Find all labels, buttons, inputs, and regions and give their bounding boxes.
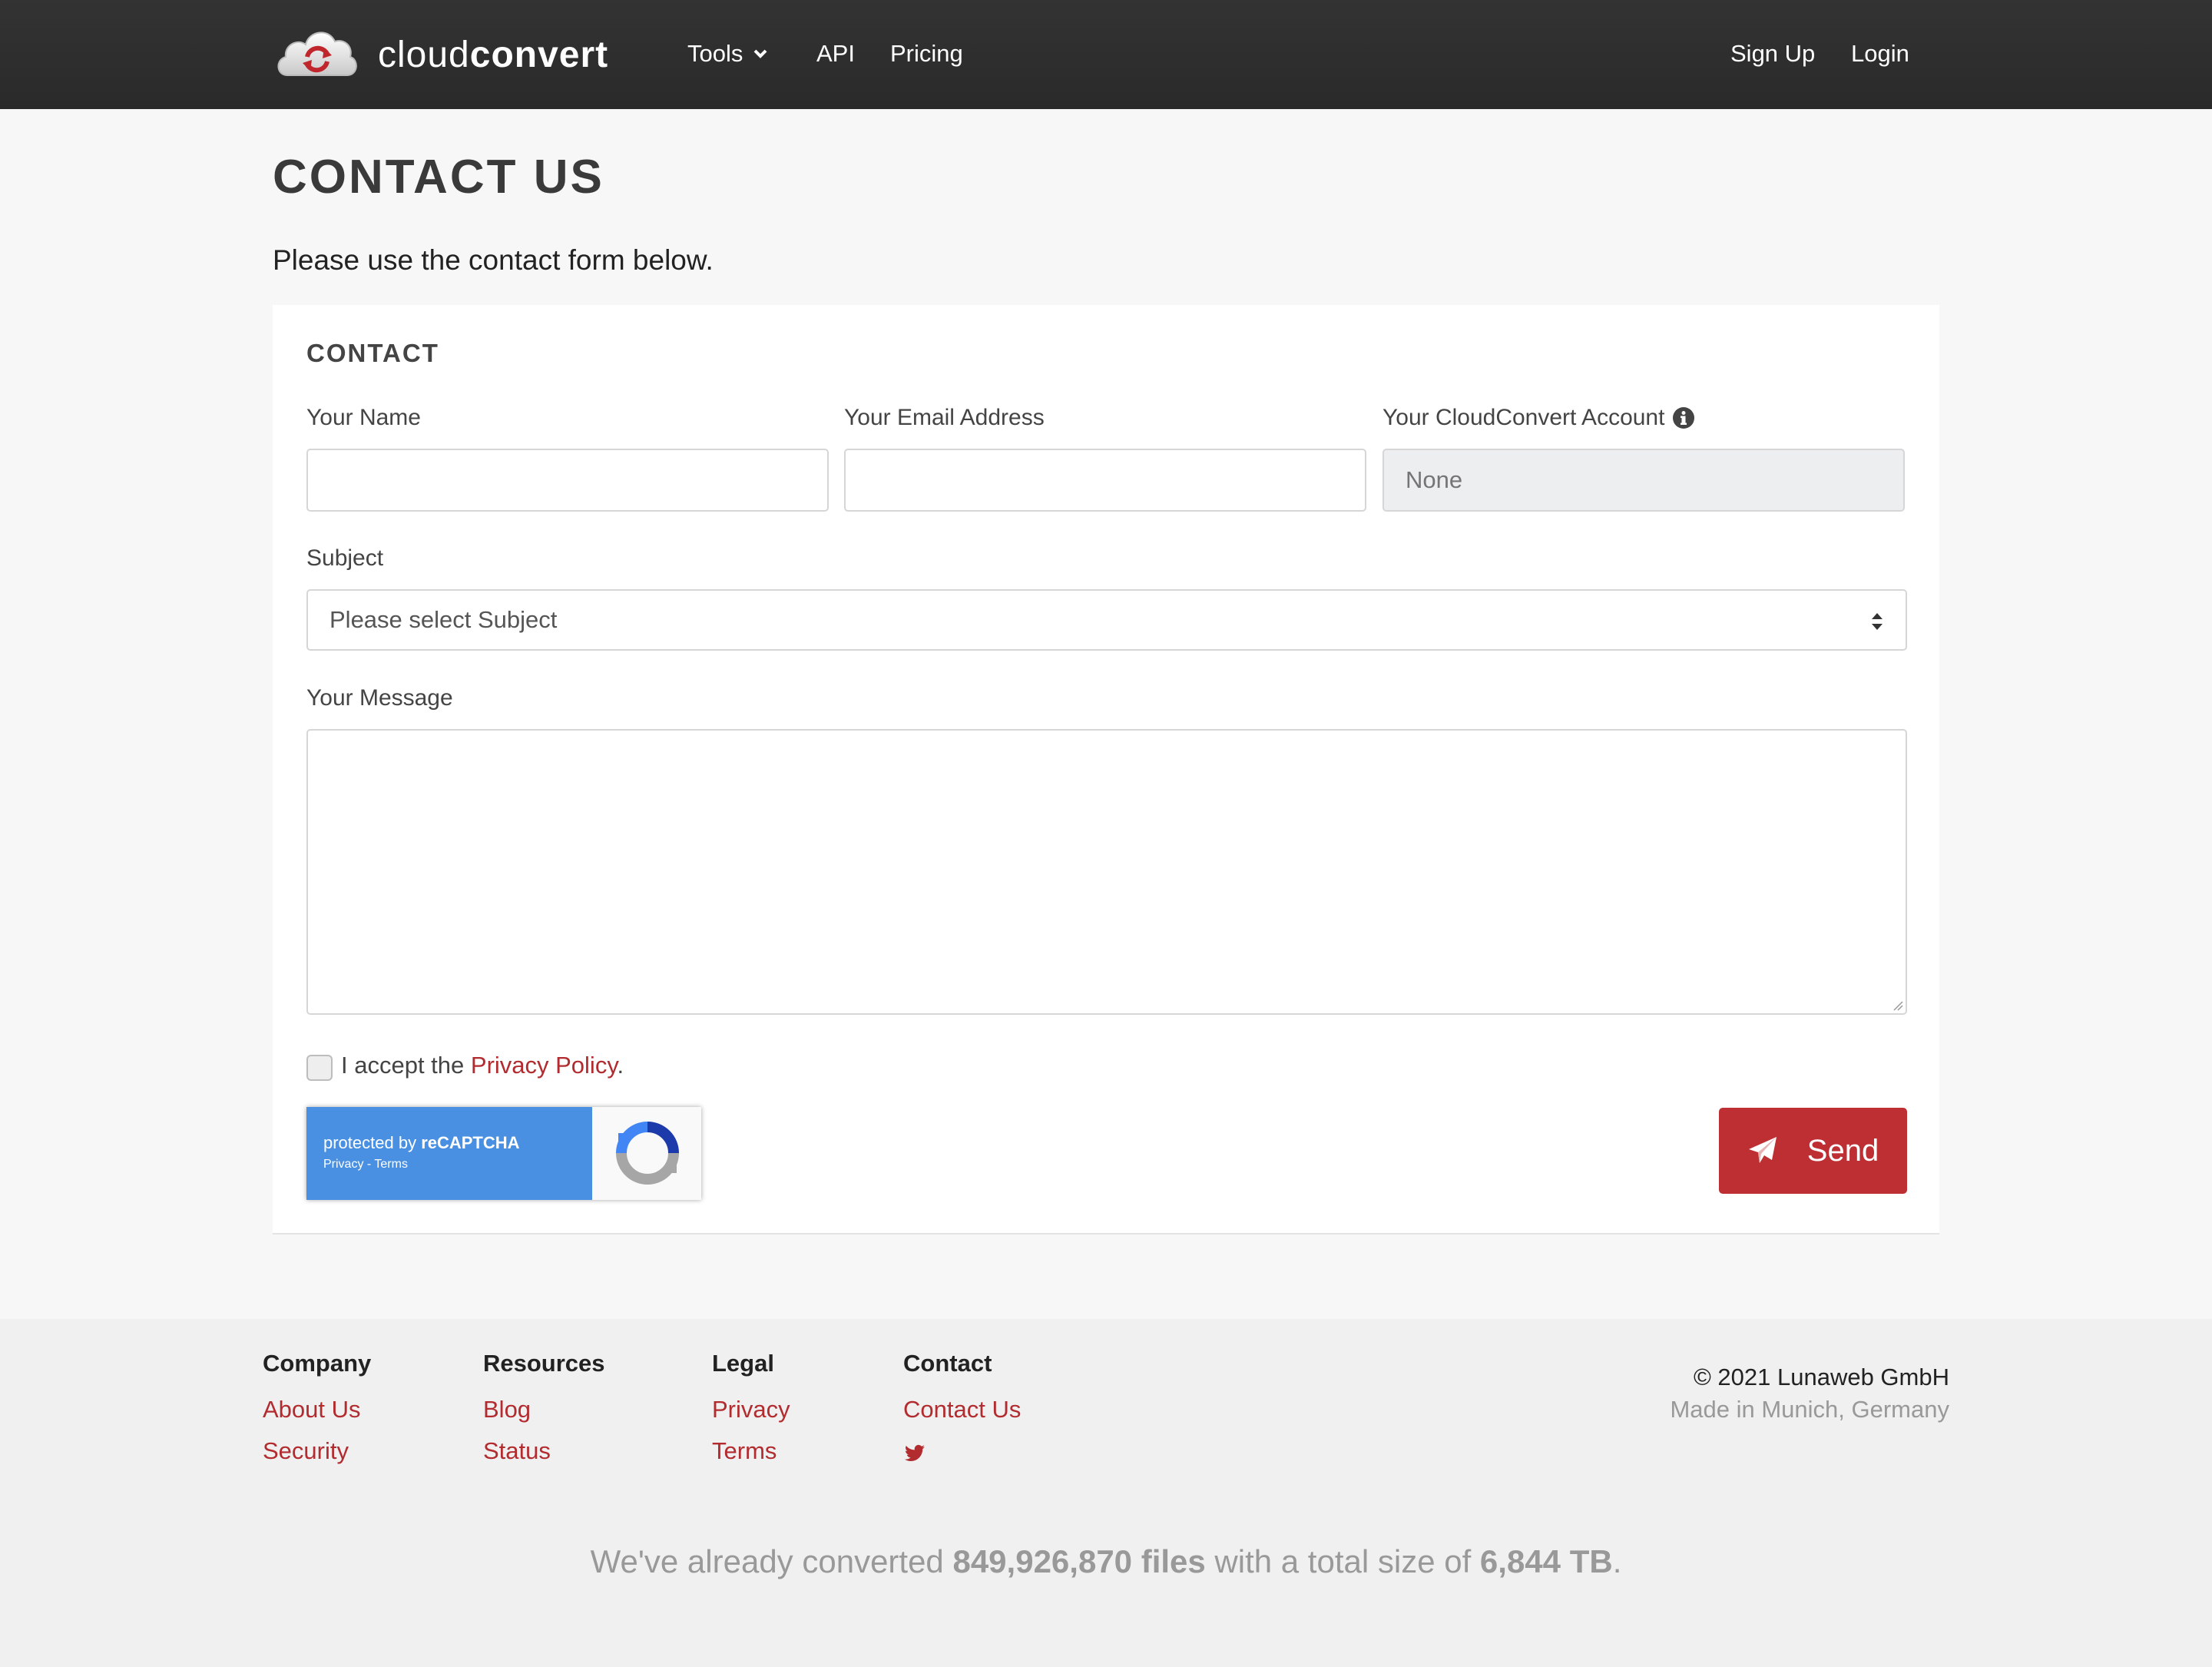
privacy-policy-link[interactable]: Privacy Policy bbox=[471, 1052, 618, 1079]
footer-privacy-link[interactable]: Privacy bbox=[712, 1396, 790, 1423]
contact-form-card: CONTACT Your Name Your Email Address You… bbox=[273, 305, 1939, 1235]
footer-resources-heading: Resources bbox=[483, 1350, 605, 1377]
recaptcha-logo-icon bbox=[616, 1122, 679, 1185]
chevron-down-icon bbox=[753, 49, 767, 58]
info-icon[interactable] bbox=[1672, 406, 1695, 429]
brand-name-light: cloud bbox=[378, 34, 470, 75]
recaptcha-badge[interactable]: protected by reCAPTCHA Privacy - Terms bbox=[306, 1107, 701, 1200]
brand-name-bold: convert bbox=[469, 34, 609, 75]
select-arrows-icon bbox=[1872, 613, 1883, 630]
account-label: Your CloudConvert Account bbox=[1382, 405, 1665, 430]
footer-legal-heading: Legal bbox=[712, 1350, 774, 1377]
footer-conversion-stats: We've already converted 849,926,870 file… bbox=[0, 1543, 2212, 1580]
brand-home-link[interactable]: cloudconvert bbox=[273, 22, 608, 88]
twitter-icon[interactable] bbox=[903, 1442, 926, 1465]
top-navbar: cloudconvert Tools API Pricing Sign Up L… bbox=[0, 0, 2212, 109]
recaptcha-protected-text: protected by reCAPTCHA bbox=[323, 1133, 520, 1153]
send-label: Send bbox=[1806, 1133, 1879, 1168]
nav-signup-link[interactable]: Sign Up bbox=[1730, 37, 1815, 71]
stats-files: 849,926,870 files bbox=[952, 1543, 1206, 1579]
footer-contact-us-link[interactable]: Contact Us bbox=[903, 1396, 1021, 1423]
recaptcha-privacy-terms[interactable]: Privacy - Terms bbox=[323, 1158, 408, 1172]
name-input[interactable] bbox=[306, 449, 829, 512]
send-button[interactable]: Send bbox=[1719, 1108, 1907, 1194]
recaptcha-prefix: protected by bbox=[323, 1133, 422, 1152]
page-intro: Please use the contact form below. bbox=[273, 244, 714, 276]
accept-prefix: I accept the bbox=[341, 1052, 471, 1079]
footer-company-heading: Company bbox=[263, 1350, 372, 1377]
footer-made-in: Made in Munich, Germany bbox=[1670, 1396, 1949, 1423]
subject-select[interactable]: Please select Subject bbox=[306, 589, 1907, 651]
nav-pricing-link[interactable]: Pricing bbox=[890, 37, 963, 71]
name-label: Your Name bbox=[306, 405, 421, 430]
cloud-convert-logo-icon bbox=[277, 31, 357, 76]
nav-login-link[interactable]: Login bbox=[1851, 37, 1909, 71]
stats-suffix: . bbox=[1612, 1543, 1622, 1579]
message-label: Your Message bbox=[306, 685, 453, 711]
footer-copyright: © 2021 Lunaweb GmbH bbox=[1693, 1364, 1949, 1390]
footer-terms-link[interactable]: Terms bbox=[712, 1437, 777, 1465]
account-input bbox=[1382, 449, 1905, 512]
nav-tools-label: Tools bbox=[687, 40, 743, 67]
recaptcha-info-panel: protected by reCAPTCHA Privacy - Terms bbox=[306, 1107, 592, 1200]
subject-label: Subject bbox=[306, 545, 384, 571]
stats-size: 6,844 TB bbox=[1479, 1543, 1613, 1579]
footer-contact-heading: Contact bbox=[903, 1350, 992, 1377]
message-textarea[interactable] bbox=[306, 729, 1907, 1015]
card-title: CONTACT bbox=[306, 339, 439, 367]
subject-selected-value: Please select Subject bbox=[329, 606, 558, 633]
email-label: Your Email Address bbox=[844, 405, 1045, 430]
brand-wordmark: cloudconvert bbox=[378, 34, 608, 76]
footer-blog-link[interactable]: Blog bbox=[483, 1396, 531, 1423]
email-input[interactable] bbox=[844, 449, 1366, 512]
privacy-checkbox[interactable] bbox=[306, 1055, 333, 1081]
footer-status-link[interactable]: Status bbox=[483, 1437, 551, 1465]
nav-login-label: Login bbox=[1851, 40, 1909, 67]
nav-signup-label: Sign Up bbox=[1730, 40, 1816, 67]
privacy-accept-label: I accept the Privacy Policy. bbox=[341, 1052, 624, 1079]
footer-about-us-link[interactable]: About Us bbox=[263, 1396, 361, 1423]
account-label-row: Your CloudConvert Account bbox=[1382, 405, 1695, 431]
stats-middle: with a total size of bbox=[1205, 1543, 1480, 1579]
nav-pricing-label: Pricing bbox=[890, 40, 963, 67]
footer-security-link[interactable]: Security bbox=[263, 1437, 349, 1465]
page-title: CONTACT US bbox=[273, 151, 604, 204]
recaptcha-brand: reCAPTCHA bbox=[421, 1133, 520, 1152]
site-footer: Company About Us Security Resources Blog… bbox=[0, 1319, 2212, 1667]
accept-suffix: . bbox=[617, 1052, 624, 1079]
nav-tools-dropdown[interactable]: Tools bbox=[687, 37, 769, 71]
nav-api-link[interactable]: API bbox=[816, 37, 855, 71]
stats-prefix: We've already converted bbox=[590, 1543, 953, 1579]
paper-plane-icon bbox=[1748, 1137, 1777, 1163]
resize-grip-icon[interactable] bbox=[1891, 999, 1903, 1011]
nav-api-label: API bbox=[816, 40, 855, 67]
